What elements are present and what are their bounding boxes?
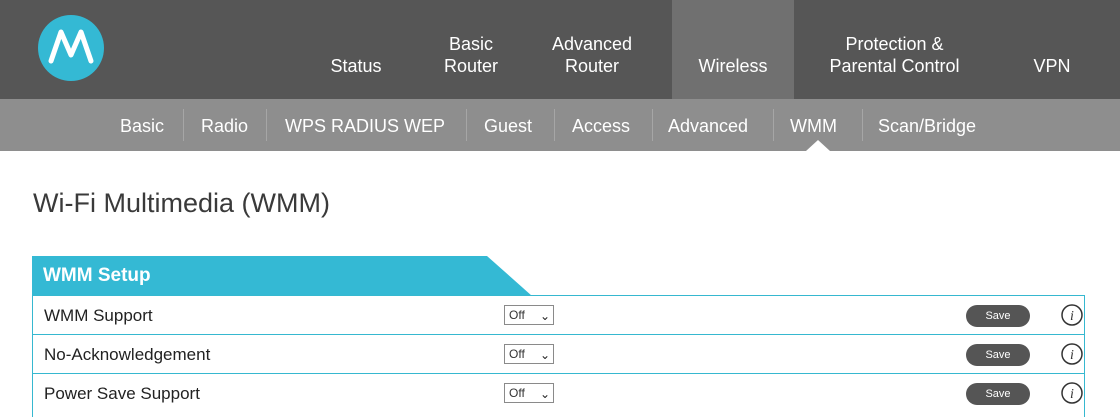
subnav-basic[interactable]: Basic [120, 99, 164, 151]
save-button[interactable]: Save [966, 305, 1030, 327]
wmm-support-select[interactable]: Off ⌄ [504, 305, 554, 325]
sub-nav: Basic Radio WPS RADIUS WEP Guest Access … [0, 99, 1120, 151]
nav-wireless-label: Wireless [698, 56, 768, 76]
page-title: Wi-Fi Multimedia (WMM) [33, 188, 330, 218]
nav-vpn-label: VPN [1033, 56, 1071, 76]
table-row: WMM Support Off ⌄ Save i [33, 296, 1084, 335]
nav-advanced-router[interactable]: Advanced Router [537, 0, 647, 99]
active-tab-caret [806, 140, 830, 151]
nav-wireless[interactable]: Wireless [672, 0, 794, 99]
svg-text:i: i [1070, 348, 1074, 363]
select-value: Off [509, 347, 525, 361]
select-value: Off [509, 308, 525, 322]
no-acknowledgement-select[interactable]: Off ⌄ [504, 344, 554, 364]
table-row: Power Save Support Off ⌄ Save i [33, 374, 1084, 413]
top-nav: Status Basic Router Advanced Router Wire… [0, 0, 1120, 99]
subnav-divider [773, 109, 774, 141]
subnav-scan-bridge[interactable]: Scan/Bridge [878, 99, 976, 151]
power-save-support-select[interactable]: Off ⌄ [504, 383, 554, 403]
subnav-advanced[interactable]: Advanced [668, 99, 748, 151]
subnav-divider [266, 109, 267, 141]
chevron-down-icon: ⌄ [539, 348, 550, 362]
table-row: No-Acknowledgement Off ⌄ Save i [33, 335, 1084, 374]
subnav-guest[interactable]: Guest [484, 99, 532, 151]
subnav-divider [183, 109, 184, 141]
nav-vpn[interactable]: VPN [1022, 0, 1082, 99]
nav-basic-router-line1: Basic [448, 34, 493, 54]
info-icon[interactable]: i [1060, 381, 1084, 405]
subnav-divider [466, 109, 467, 141]
chevron-down-icon: ⌄ [539, 387, 550, 401]
nav-status[interactable]: Status [318, 0, 394, 99]
subnav-divider [862, 109, 863, 141]
panel-body: WMM Support Off ⌄ Save i No-Acknowledgem… [32, 295, 1085, 417]
nav-protection-line1: Protection & [845, 34, 944, 54]
chevron-down-icon: ⌄ [539, 309, 550, 323]
save-button[interactable]: Save [966, 383, 1030, 405]
nav-advanced-router-line2: Router [564, 56, 620, 76]
subnav-wps-radius-wep[interactable]: WPS RADIUS WEP [285, 99, 445, 151]
panel-title: WMM Setup [43, 265, 151, 286]
subnav-access[interactable]: Access [572, 99, 630, 151]
no-acknowledgement-label: No-Acknowledgement [44, 345, 211, 364]
save-button[interactable]: Save [966, 344, 1030, 366]
wmm-support-label: WMM Support [44, 306, 153, 325]
nav-protection-line2: Parental Control [829, 56, 960, 76]
nav-status-label: Status [330, 56, 382, 76]
motorola-logo-icon[interactable] [38, 15, 104, 81]
nav-protection-parental-control[interactable]: Protection & Parental Control [822, 0, 967, 99]
subnav-divider [554, 109, 555, 141]
nav-basic-router-line2: Router [443, 56, 499, 76]
nav-basic-router[interactable]: Basic Router [433, 0, 509, 99]
svg-text:i: i [1070, 309, 1074, 324]
nav-advanced-router-line1: Advanced [551, 34, 633, 54]
select-value: Off [509, 386, 525, 400]
svg-text:i: i [1070, 387, 1074, 402]
panel-header-tab: WMM Setup [32, 256, 532, 296]
info-icon[interactable]: i [1060, 342, 1084, 366]
subnav-divider [652, 109, 653, 141]
wmm-setup-panel: WMM Setup WMM Support Off ⌄ Save i No-Ac… [32, 256, 1085, 417]
info-icon[interactable]: i [1060, 303, 1084, 327]
power-save-support-label: Power Save Support [44, 384, 200, 403]
subnav-radio[interactable]: Radio [201, 99, 248, 151]
